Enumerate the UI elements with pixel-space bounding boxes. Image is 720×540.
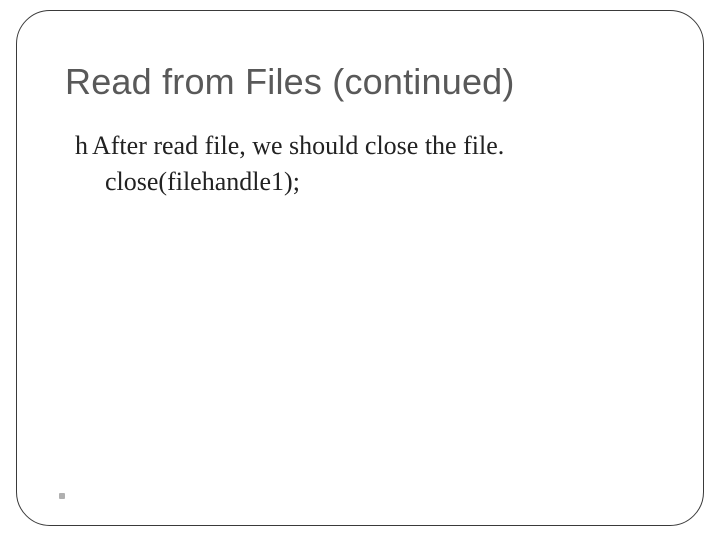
bullet-item: h After read file, we should close the f… [75,131,655,161]
content-card: Read from Files (continued) h After read… [16,10,704,526]
code-line: close(filehandle1); [105,167,655,197]
footer-marker-icon [59,493,65,499]
slide-title: Read from Files (continued) [65,61,655,103]
slide: Read from Files (continued) h After read… [0,0,720,540]
bullet-glyph-icon: h [75,131,88,161]
bullet-text: After read file, we should close the fil… [92,131,504,161]
